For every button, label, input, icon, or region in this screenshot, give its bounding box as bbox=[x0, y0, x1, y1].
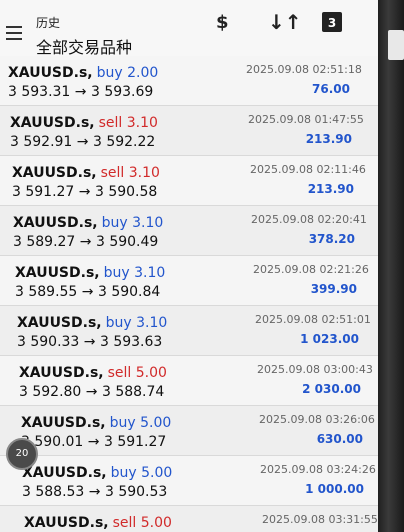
page-title: 历史 bbox=[36, 16, 61, 30]
trade-row[interactable]: XAUUSD.s, sell 3.10 3 592.91 → 3 592.22 202… bbox=[0, 106, 378, 156]
trade-side: sell 3.10 bbox=[100, 165, 160, 181]
trade-profit: 378.20 bbox=[308, 232, 355, 246]
symbol-name: XAUUSD.s bbox=[22, 465, 102, 481]
sort-icon[interactable]: ↓↑ bbox=[268, 10, 302, 34]
device-bezel bbox=[378, 0, 404, 532]
trade-row[interactable]: XAUUSD.s, buy 3.10 3 589.27 → 3 590.49 2025… bbox=[0, 206, 378, 256]
trade-side: buy 3.10 bbox=[103, 265, 166, 281]
symbol-name: XAUUSD.s bbox=[19, 365, 99, 381]
trade-time: 2025.09.08 03:24:26 bbox=[260, 463, 376, 476]
trade-profit: 76.00 bbox=[312, 82, 350, 96]
trade-symbol: XAUUSD.s, sell 5.00 bbox=[19, 365, 167, 381]
symbol-name: XAUUSD.s bbox=[15, 265, 95, 281]
symbol-name: XAUUSD.s bbox=[21, 415, 101, 431]
trade-symbol: XAUUSD.s, buy 3.10 bbox=[13, 215, 164, 231]
symbol-name: XAUUSD.s bbox=[8, 65, 88, 81]
trade-row[interactable]: XAUUSD.s, buy 5.00 3 588.53 → 3 590.53 2025… bbox=[0, 456, 378, 506]
trade-row[interactable]: XAUUSD.s, sell 5.00 3 592.80 → 3 588.74 202… bbox=[0, 356, 378, 406]
trade-profit: 1 023.00 bbox=[300, 332, 359, 346]
trade-symbol: XAUUSD.s, buy 3.10 bbox=[17, 315, 168, 331]
trade-time: 2025.09.08 02:21:26 bbox=[253, 263, 369, 276]
trade-time: 2025.09.08 02:51:18 bbox=[246, 63, 362, 76]
trade-time: 2025.09.08 01:47:55 bbox=[248, 113, 364, 126]
trade-row[interactable]: XAUUSD.s, buy 3.10 3 590.33 → 3 593.63 2025… bbox=[0, 306, 378, 356]
trade-time: 2025.09.08 02:11:46 bbox=[250, 163, 366, 176]
trade-side: buy 3.10 bbox=[105, 315, 168, 331]
trade-profit: 630.00 bbox=[316, 432, 363, 446]
top-bar: 历史 全部交易品种 $ ↓↑ 3 bbox=[0, 0, 378, 57]
trade-symbol: XAUUSD.s, buy 5.00 bbox=[21, 415, 172, 431]
trade-row[interactable]: XAUUSD.s, buy 5.00 3 590.01 → 3 591.27 2025… bbox=[0, 406, 378, 456]
trade-symbol: XAUUSD.s, sell 3.10 bbox=[12, 165, 160, 181]
symbol-name: XAUUSD.s bbox=[12, 165, 92, 181]
trade-prices: 3 590.33 → 3 593.63 bbox=[17, 334, 163, 350]
trade-time: 2025.09.08 03:00:43 bbox=[257, 363, 373, 376]
calendar-icon[interactable]: 3 bbox=[322, 12, 342, 32]
trade-side: buy 3.10 bbox=[101, 215, 164, 231]
trade-side: sell 5.00 bbox=[107, 365, 167, 381]
trade-time: 2025.09.08 02:20:41 bbox=[251, 213, 367, 226]
trade-time: 2025.09.08 03:26:06 bbox=[259, 413, 375, 426]
symbol-name: XAUUSD.s bbox=[17, 315, 97, 331]
trade-row[interactable]: XAUUSD.s, buy 3.10 3 589.55 → 3 590.84 2025… bbox=[0, 256, 378, 306]
trade-history-list: XAUUSD.s, buy 2.00 3 593.31 → 3 593.69 2025… bbox=[0, 56, 378, 532]
trade-symbol: XAUUSD.s, buy 2.00 bbox=[8, 65, 159, 81]
trade-profit: 213.90 bbox=[307, 182, 354, 196]
trade-prices: 3 589.27 → 3 590.49 bbox=[13, 234, 159, 250]
hamburger-menu-icon[interactable] bbox=[6, 26, 22, 40]
trade-prices: 3 592.91 → 3 592.22 bbox=[10, 134, 156, 150]
cable-connector bbox=[388, 30, 404, 60]
symbol-name: XAUUSD.s bbox=[13, 215, 93, 231]
trade-profit: 399.90 bbox=[310, 282, 357, 296]
trade-profit: 2 030.00 bbox=[302, 382, 361, 396]
symbol-filter[interactable]: 全部交易品种 bbox=[36, 34, 132, 58]
symbol-name: XAUUSD.s bbox=[24, 515, 104, 531]
trade-side: buy 5.00 bbox=[110, 465, 173, 481]
trade-side: buy 5.00 bbox=[109, 415, 172, 431]
trade-side: buy 2.00 bbox=[96, 65, 159, 81]
trade-profit: 213.90 bbox=[305, 132, 352, 146]
symbol-name: XAUUSD.s bbox=[10, 115, 90, 131]
trade-time: 2025.09.08 02:51:01 bbox=[255, 313, 371, 326]
trade-symbol: XAUUSD.s, sell 5.00 bbox=[24, 515, 172, 531]
mt5-history-screen: 历史 全部交易品种 $ ↓↑ 3 XAUUSD.s, buy 2.00 3 593.… bbox=[0, 0, 378, 532]
dollar-filter-icon[interactable]: $ bbox=[216, 12, 229, 33]
trade-symbol: XAUUSD.s, sell 3.10 bbox=[10, 115, 158, 131]
trade-prices: 3 588.53 → 3 590.53 bbox=[22, 484, 168, 500]
trade-prices: 3 589.55 → 3 590.84 bbox=[15, 284, 161, 300]
trade-side: sell 3.10 bbox=[98, 115, 158, 131]
trade-prices: 3 590.01 → 3 591.27 bbox=[21, 434, 167, 450]
trade-prices: 3 593.31 → 3 593.69 bbox=[8, 84, 154, 100]
trade-prices: 3 592.80 → 3 588.74 bbox=[19, 384, 165, 400]
trade-symbol: XAUUSD.s, buy 5.00 bbox=[22, 465, 173, 481]
trade-profit: 1 000.00 bbox=[305, 482, 364, 496]
trade-symbol: XAUUSD.s, buy 3.10 bbox=[15, 265, 166, 281]
trade-row[interactable]: XAUUSD.s, buy 2.00 3 593.31 → 3 593.69 2025… bbox=[0, 56, 378, 106]
trade-side: sell 5.00 bbox=[112, 515, 172, 531]
trade-prices: 3 591.27 → 3 590.58 bbox=[12, 184, 158, 200]
floating-bubble-icon[interactable]: 20 bbox=[6, 438, 38, 470]
trade-time: 2025.09.08 03:31:55 bbox=[262, 513, 378, 526]
trade-row[interactable]: XAUUSD.s, sell 3.10 3 591.27 → 3 590.58 202… bbox=[0, 156, 378, 206]
trade-row[interactable]: XAUUSD.s,sell 5.003 590.90 → 3 588.17202… bbox=[0, 506, 378, 532]
